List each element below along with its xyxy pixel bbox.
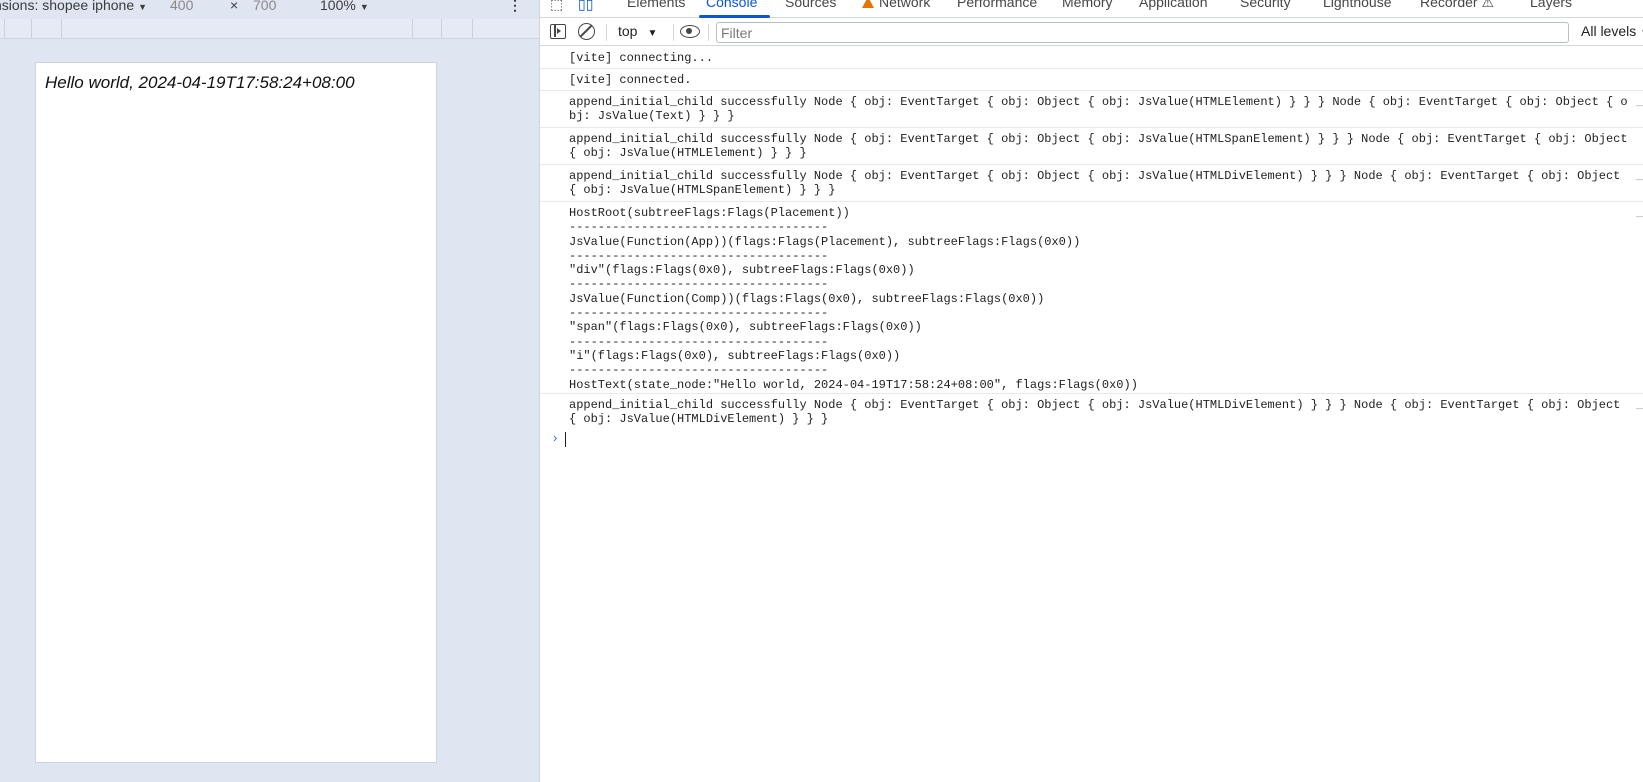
tab-layers[interactable]: Layers [1530, 0, 1572, 10]
source-link[interactable]: _ [1636, 398, 1643, 412]
console-message-text: append_initial_child successfully Node {… [569, 169, 1628, 197]
tab-console[interactable]: Console [706, 0, 757, 10]
tab-performance[interactable]: Performance [957, 0, 1037, 10]
more-options-icon[interactable]: ⋮ [508, 0, 522, 14]
sidebar-toggle-icon[interactable] [550, 24, 566, 39]
zoom-select[interactable]: 100% ▼ [320, 0, 369, 13]
tab-recorder[interactable]: Recorder ⚠ [1420, 0, 1494, 11]
tab-application[interactable]: Application [1139, 0, 1208, 10]
log-levels-select[interactable]: All levels ▼ [1581, 23, 1643, 39]
inspect-element-icon[interactable]: ⬚ [550, 0, 563, 13]
console-prompt-input[interactable] [565, 432, 566, 447]
page-content-text: Hello world, 2024-04-19T17:58:24+08:00 [45, 73, 355, 92]
tab-network[interactable]: Network [862, 0, 930, 10]
flask-icon: ⚠ [1481, 0, 1495, 10]
source-link[interactable]: _ [1636, 169, 1643, 183]
tab-elements[interactable]: Elements [627, 0, 685, 10]
console-message-text: append_initial_child successfully Node {… [569, 95, 1628, 123]
console-message: append_initial_child successfully Node {… [540, 398, 1643, 428]
times-icon: × [230, 0, 239, 13]
clear-console-icon[interactable] [578, 23, 595, 40]
width-input[interactable]: 400 [170, 0, 230, 13]
console-message: [vite] connected. [540, 73, 1643, 91]
devtools-panel: ⬚ ▯▯ Elements Console Sources Network Pe… [540, 0, 1643, 782]
zoom-value: 100% [320, 0, 356, 13]
console-toolbar: top ▼ All levels ▼ [540, 19, 1643, 46]
context-select-value: top [618, 23, 638, 39]
media-query-ruler[interactable] [0, 19, 539, 39]
tab-sources[interactable]: Sources [785, 0, 836, 10]
filter-input[interactable] [716, 22, 1569, 43]
tab-lighthouse[interactable]: Lighthouse [1323, 0, 1392, 10]
console-output: [vite] connecting... [vite] connected. a… [540, 46, 1643, 782]
toolbar-divider [673, 24, 674, 41]
console-message-text: HostRoot(subtreeFlags:Flags(Placement)) … [569, 206, 1138, 392]
console-message-text: [vite] connected. [569, 73, 692, 87]
console-message: append_initial_child successfully Node {… [540, 132, 1643, 165]
device-toolbar: nsions: shopee iphone ▼ 400 × 700 100% ▼ ⋮ [0, 0, 539, 17]
active-tab-indicator [699, 15, 770, 18]
device-select[interactable]: nsions: shopee iphone ▼ [0, 0, 147, 13]
prompt-chevron-icon: › [553, 430, 558, 445]
toolbar-divider [606, 24, 607, 41]
console-message: append_initial_child successfully Node {… [540, 169, 1643, 202]
device-emulation-pane: nsions: shopee iphone ▼ 400 × 700 100% ▼ ⋮… [0, 0, 539, 782]
tab-memory[interactable]: Memory [1062, 0, 1113, 10]
console-message: HostRoot(subtreeFlags:Flags(Placement)) … [540, 206, 1643, 394]
console-message: append_initial_child successfully Node {… [540, 95, 1643, 128]
log-levels-label: All levels [1581, 23, 1637, 39]
warning-icon [862, 0, 874, 8]
chevron-down-icon: ▼ [647, 28, 658, 39]
device-select-label: nsions: shopee iphone [0, 0, 135, 13]
toolbar-divider [708, 24, 709, 41]
chevron-down-icon: ▼ [138, 2, 148, 12]
console-message-text: append_initial_child successfully Node {… [569, 132, 1635, 160]
device-viewport: Hello world, 2024-04-19T17:58:24+08:00 [35, 62, 437, 763]
tab-network-label: Network [879, 0, 931, 10]
console-message-text: [vite] connecting... [569, 51, 714, 65]
devtools-tabbar: ⬚ ▯▯ Elements Console Sources Network Pe… [540, 0, 1643, 18]
context-select[interactable]: top ▼ [618, 23, 657, 39]
source-link[interactable]: _ [1636, 206, 1643, 220]
device-toggle-icon[interactable]: ▯▯ [578, 0, 593, 13]
height-input[interactable]: 700 [253, 0, 313, 13]
tab-recorder-label: Recorder [1420, 0, 1478, 10]
tab-security[interactable]: Security [1240, 0, 1291, 10]
chevron-down-icon: ▼ [359, 2, 369, 12]
console-message: [vite] connecting... [540, 51, 1643, 69]
source-link[interactable]: _ [1636, 95, 1643, 109]
console-message-text: append_initial_child successfully Node {… [569, 398, 1628, 426]
live-expression-eye-icon[interactable] [680, 25, 700, 38]
